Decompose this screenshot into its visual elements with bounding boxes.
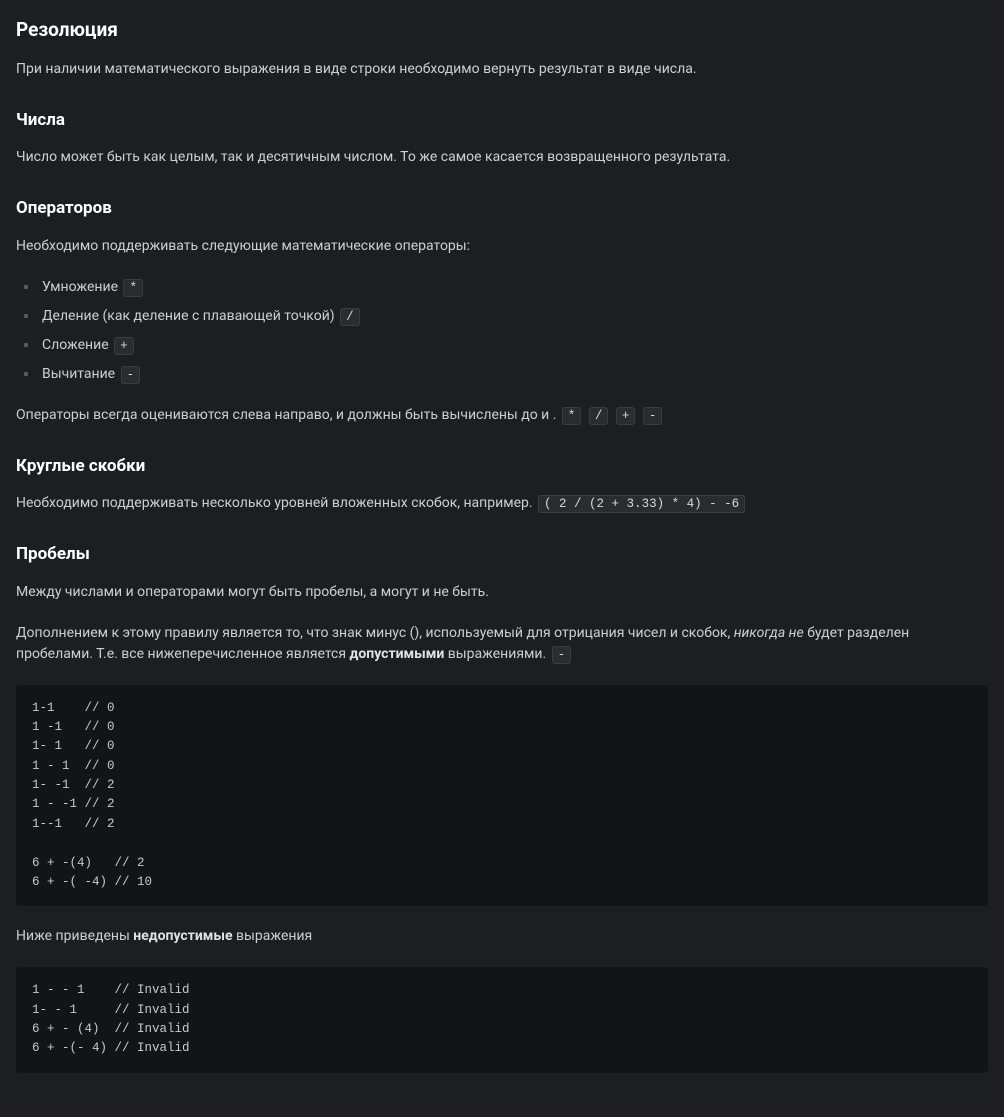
- parens-text: Необходимо поддерживать несколько уровне…: [16, 493, 988, 514]
- resolution-section: Резолюция При наличии математического вы…: [16, 16, 988, 80]
- inline-code: /: [340, 308, 360, 326]
- operators-section: Операторов Необходимо поддерживать следу…: [16, 196, 988, 426]
- inline-code: *: [562, 407, 582, 425]
- valid-examples-code: 1-1 // 0 1 -1 // 0 1- 1 // 0 1 - 1 // 0 …: [16, 685, 988, 907]
- resolution-text: При наличии математического выражения в …: [16, 59, 988, 80]
- list-item-label: Сложение: [42, 337, 109, 353]
- inline-code: +: [114, 337, 134, 355]
- list-item-label: Вычитание: [42, 366, 115, 382]
- operators-heading: Операторов: [16, 196, 988, 222]
- operators-list: Умножение * Деление (как деление с плава…: [16, 277, 988, 385]
- inline-code: +: [616, 407, 636, 425]
- list-item: Вычитание -: [16, 364, 988, 385]
- list-item: Сложение +: [16, 335, 988, 356]
- spaces-section: Пробелы Между числами и операторами могу…: [16, 542, 988, 1073]
- spaces-p1: Между числами и операторами могут быть п…: [16, 582, 988, 603]
- list-item: Деление (как деление с плавающей точкой)…: [16, 306, 988, 327]
- inline-code: ( 2 / (2 + 3.33) * 4) - -6: [538, 495, 745, 513]
- spaces-p2-em: никогда не: [734, 625, 804, 641]
- inline-code: *: [123, 279, 143, 297]
- invalid-intro-b: выражения: [233, 928, 313, 944]
- parens-text-before: Необходимо поддерживать несколько уровне…: [16, 495, 533, 511]
- numbers-heading: Числа: [16, 108, 988, 134]
- numbers-text: Число может быть как целым, так и десяти…: [16, 147, 988, 168]
- list-item: Умножение *: [16, 277, 988, 298]
- invalid-intro-a: Ниже приведены: [16, 928, 133, 944]
- inline-code: -: [121, 366, 141, 384]
- spaces-p2: Дополнением к этому правилу является то,…: [16, 623, 988, 665]
- inline-code: -: [643, 407, 663, 425]
- operators-note: Операторы всегда оцениваются слева напра…: [16, 405, 988, 426]
- parens-section: Круглые скобки Необходимо поддерживать н…: [16, 454, 988, 515]
- list-item-label: Деление (как деление с плавающей точкой): [42, 308, 335, 324]
- spaces-p2-c: выражениями.: [444, 646, 546, 662]
- invalid-examples-code: 1 - - 1 // Invalid 1- - 1 // Invalid 6 +…: [16, 967, 988, 1073]
- numbers-section: Числа Число может быть как целым, так и …: [16, 108, 988, 169]
- operators-note-text: Операторы всегда оцениваются слева напра…: [16, 407, 556, 423]
- resolution-heading: Резолюция: [16, 16, 988, 45]
- inline-code: /: [589, 407, 609, 425]
- parens-heading: Круглые скобки: [16, 454, 988, 480]
- spaces-heading: Пробелы: [16, 542, 988, 568]
- invalid-intro-strong: недопустимые: [133, 928, 232, 944]
- invalid-intro: Ниже приведены недопустимые выражения: [16, 926, 988, 947]
- spaces-p2-a: Дополнением к этому правилу является то,…: [16, 625, 734, 641]
- inline-code: -: [552, 646, 572, 664]
- list-item-label: Умножение: [42, 279, 118, 295]
- spaces-p2-strong: допустимыми: [350, 646, 445, 662]
- operators-intro: Необходимо поддерживать следующие матема…: [16, 236, 988, 257]
